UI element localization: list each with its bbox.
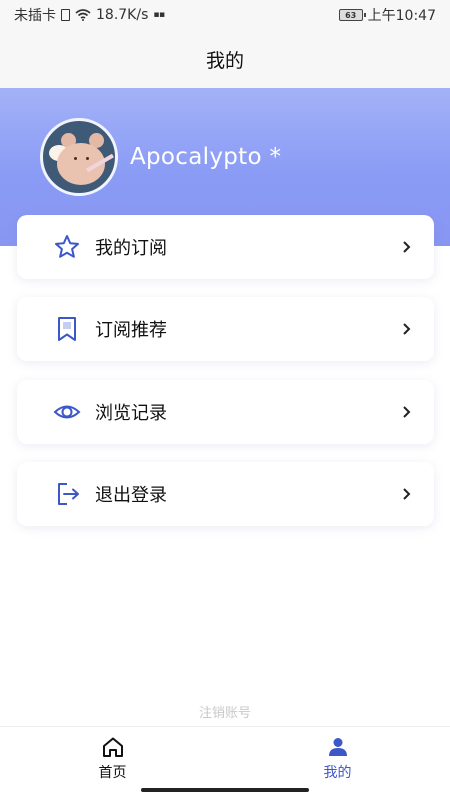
home-icon	[102, 737, 123, 757]
chevron-right-icon	[402, 240, 412, 254]
profile-section[interactable]: Apocalypto *	[40, 118, 281, 196]
person-icon	[328, 738, 347, 756]
wifi-icon	[75, 9, 91, 21]
username: Apocalypto *	[130, 144, 282, 170]
page-title: 我的	[205, 49, 244, 72]
chevron-right-icon	[402, 322, 412, 336]
menu-item-logout[interactable]: 退出登录	[17, 462, 434, 526]
menu-label: 订阅推荐	[95, 320, 167, 341]
carrier-text: 未插卡	[14, 8, 56, 24]
battery-level: 63	[345, 10, 357, 20]
menu-label: 我的订阅	[95, 238, 167, 259]
deactivate-account-link[interactable]: 注销账号	[0, 702, 450, 721]
nav-bar: 我的	[0, 30, 450, 88]
menu-label: 退出登录	[95, 485, 167, 506]
sim-icon	[61, 9, 70, 21]
hd-icon: ▪▪	[153, 10, 165, 20]
home-indicator	[141, 788, 309, 792]
battery-icon: 63	[338, 9, 366, 21]
status-time: 上午10:47	[367, 8, 436, 24]
status-left: 未插卡 18.7K/s ▪▪	[14, 5, 165, 25]
chevron-right-icon	[402, 487, 412, 501]
star-icon	[53, 233, 81, 261]
tab-label: 首页	[98, 765, 127, 781]
eye-icon	[53, 398, 81, 426]
menu-item-my-subscriptions[interactable]: 我的订阅	[17, 215, 434, 279]
tab-label: 我的	[323, 765, 352, 781]
avatar[interactable]	[40, 118, 118, 196]
menu-item-recommended[interactable]: 订阅推荐	[17, 297, 434, 361]
menu-item-history[interactable]: 浏览记录	[17, 380, 434, 444]
chevron-right-icon	[402, 405, 412, 419]
status-bar: 未插卡 18.7K/s ▪▪ 63 上午10:47	[0, 0, 450, 30]
network-speed: 18.7K/s	[96, 7, 149, 23]
status-right: 63 上午10:47	[338, 5, 436, 25]
menu-label: 浏览记录	[95, 403, 167, 424]
logout-icon	[53, 480, 81, 508]
bookmark-icon	[53, 315, 81, 343]
